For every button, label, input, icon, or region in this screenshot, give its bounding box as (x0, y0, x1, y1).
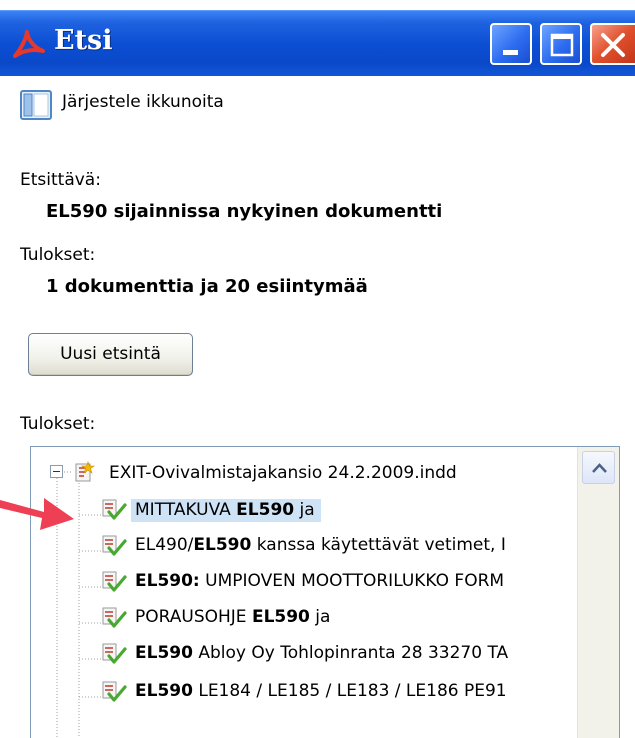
result-match-term: EL590 (193, 535, 252, 555)
result-item-text: EL490/EL590 kanssa käytettävät vetimet, … (135, 535, 506, 555)
maximize-icon (550, 33, 574, 57)
result-match-term: EL590 (236, 500, 295, 520)
collapse-icon[interactable] (50, 465, 63, 478)
red-pointer-arrow (0, 498, 74, 530)
search-result-icon (102, 607, 127, 628)
result-item-text: EL590 LE184 / LE185 / LE183 / LE186 PE91 (135, 681, 507, 701)
document-icon (75, 461, 95, 482)
result-item[interactable]: EL590 Abloy Oy Tohlopinranta 28 33270 TA (31, 636, 576, 672)
result-item[interactable]: EL590 LE184 / LE185 / LE183 / LE186 PE91 (31, 674, 576, 710)
result-text-after: UMPIOVEN MOOTTORILUKKO FORM (199, 571, 505, 591)
minimize-button[interactable] (490, 23, 532, 65)
search-result-icon (102, 499, 127, 520)
results-list-label: Tulokset: (20, 414, 96, 434)
searched-value: EL590 sijainnissa nykyinen dokumentti (46, 201, 443, 222)
result-text-before: MITTAKUVA (135, 500, 237, 520)
document-name: EXIT-Ovivalmistajakansio 24.2.2009.indd (109, 463, 457, 483)
arrange-windows-icon[interactable] (20, 90, 52, 120)
result-text-after: LE184 / LE185 / LE183 / LE186 PE91 (192, 681, 507, 701)
search-result-icon (102, 571, 127, 592)
minimize-icon (503, 50, 518, 55)
result-match-term: EL590 (135, 643, 193, 663)
result-item-text: MITTAKUVA EL590 ja (131, 499, 321, 522)
results-summary-label: Tulokset: (20, 245, 96, 265)
chevron-up-icon (592, 463, 607, 473)
result-text-before: EL490/ (135, 535, 194, 555)
result-text-after: kanssa käytettävät vetimet, I (251, 535, 506, 555)
result-text-after: ja (309, 607, 331, 627)
result-match-term: EL590 (135, 681, 193, 701)
scroll-up-button[interactable] (582, 451, 615, 484)
searched-label: Etsittävä: (20, 170, 101, 190)
result-item[interactable]: EL590: UMPIOVEN MOOTTORILUKKO FORM (31, 564, 576, 600)
title-bar[interactable]: Etsi (0, 10, 635, 76)
adobe-acrobat-icon (13, 30, 45, 58)
arrange-windows-link[interactable]: Järjestele ikkunoita (62, 92, 224, 112)
tree-document-row[interactable]: EXIT-Ovivalmistajakansio 24.2.2009.indd (31, 456, 571, 492)
maximize-button[interactable] (540, 23, 582, 65)
result-match-term: EL590: (135, 571, 200, 591)
close-button[interactable] (590, 23, 635, 65)
result-item[interactable]: EL490/EL590 kanssa käytettävät vetimet, … (31, 528, 576, 564)
result-item-text: EL590: UMPIOVEN MOOTTORILUKKO FORM (135, 571, 504, 591)
vertical-scrollbar[interactable] (577, 447, 619, 738)
result-text-before: PORAUSOHJE (135, 607, 252, 627)
search-result-icon (102, 643, 127, 664)
close-icon (601, 33, 625, 57)
result-item[interactable]: PORAUSOHJE EL590 ja (31, 600, 576, 636)
search-result-icon (102, 535, 127, 556)
result-item[interactable]: MITTAKUVA EL590 ja (31, 492, 576, 528)
result-text-after: ja (294, 500, 315, 520)
results-tree[interactable]: EXIT-Ovivalmistajakansio 24.2.2009.indd … (30, 446, 620, 738)
result-item-text: EL590 Abloy Oy Tohlopinranta 28 33270 TA (135, 643, 508, 663)
results-summary-value: 1 dokumenttia ja 20 esiintymää (46, 276, 368, 297)
result-text-after: Abloy Oy Tohlopinranta 28 33270 TA (192, 643, 509, 663)
search-result-icon (102, 681, 127, 702)
result-match-term: EL590 (251, 607, 310, 627)
window-title: Etsi (54, 25, 113, 56)
new-search-button[interactable]: Uusi etsintä (28, 333, 193, 376)
result-item-text: PORAUSOHJE EL590 ja (135, 607, 330, 627)
